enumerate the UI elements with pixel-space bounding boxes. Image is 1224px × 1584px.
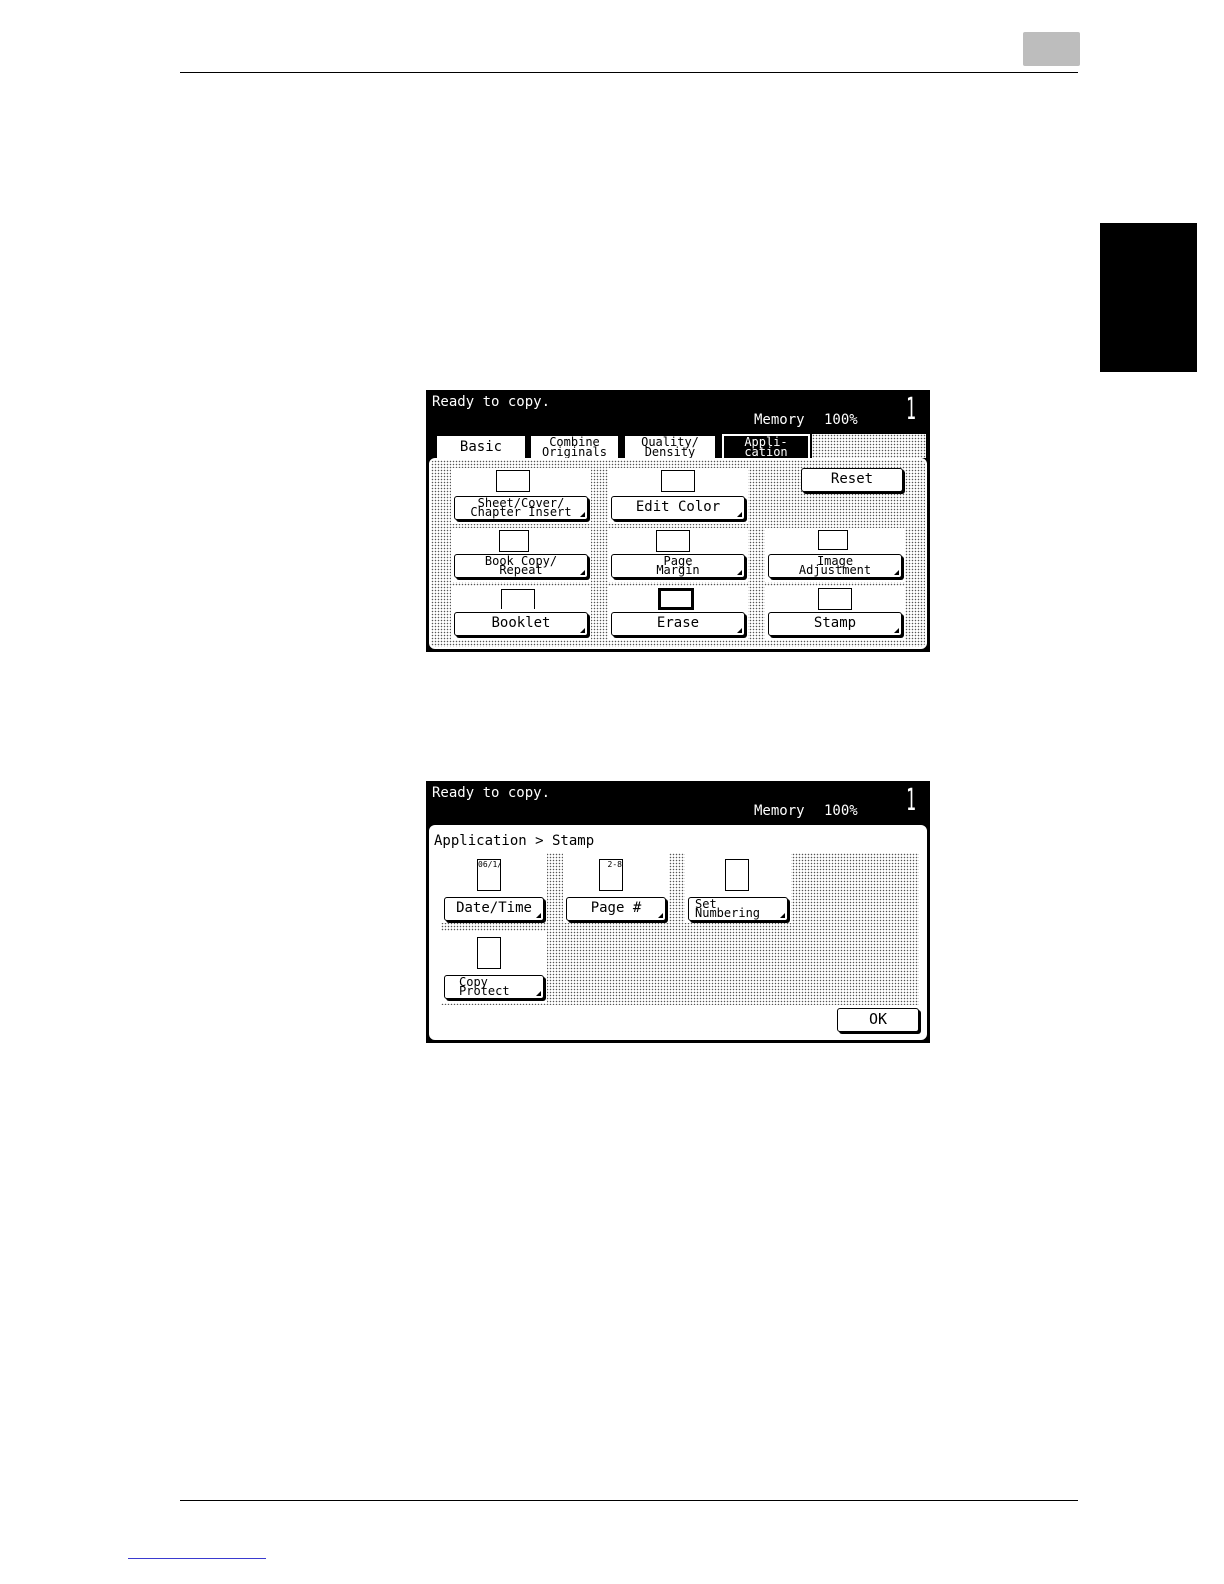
function-panel: Sheet/Cover/ Chapter Insert Edit Color R… xyxy=(429,458,927,649)
set-numbering-line2: Numbering xyxy=(695,906,761,920)
page-margin-line2: Margin xyxy=(656,563,700,577)
stamp-panel: Application > Stamp 06/1/28 Date/Time 2-… xyxy=(429,825,927,1040)
memory-value: 100% xyxy=(824,803,858,819)
date-time-cell: 06/1/28 Date/Time xyxy=(441,853,547,923)
page-margin-button[interactable]: Page Margin xyxy=(611,554,745,578)
page-margin-cell: Page Margin xyxy=(608,528,748,582)
chapter-side-tab xyxy=(1100,223,1197,372)
tab-basic-label: Basic xyxy=(459,439,503,455)
ok-button[interactable]: OK xyxy=(837,1008,919,1032)
tab-combine-line2: Originals xyxy=(541,445,608,459)
stamp-icon xyxy=(818,588,852,610)
footer-link-underline xyxy=(128,1558,266,1559)
booklet-cell: Booklet xyxy=(451,586,591,640)
copier-screen-stamp: Ready to copy. Memory 100% 1 Application… xyxy=(426,781,930,1043)
book-copy-cell: Book Copy/ Repeat xyxy=(451,528,591,582)
memory-value: 100% xyxy=(824,412,858,428)
tab-application[interactable]: Appli- cation xyxy=(721,433,811,461)
copy-protect-button[interactable]: Copy Protect xyxy=(444,975,544,999)
copy-protect-cell: Copy Protect xyxy=(441,931,547,1003)
book-copy-repeat-button[interactable]: Book Copy/ Repeat xyxy=(454,554,588,578)
book-copy-line2: Repeat xyxy=(499,563,543,577)
sheet-cover-chapter-insert-button[interactable]: Sheet/Cover/ Chapter Insert xyxy=(454,496,588,520)
date-time-icon: 06/1/28 xyxy=(477,859,501,891)
booklet-button[interactable]: Booklet xyxy=(454,612,588,636)
page-number-button[interactable]: Page # xyxy=(566,897,666,921)
erase-button[interactable]: Erase xyxy=(611,612,745,636)
set-numbering-button[interactable]: Set Numbering xyxy=(688,897,788,921)
image-adjustment-line2: Adjustment xyxy=(798,563,872,577)
tab-quality-line2: Density xyxy=(644,445,696,459)
header-rule xyxy=(180,72,1078,73)
copy-protect-line2: Protect xyxy=(459,984,510,998)
erase-cell: Erase xyxy=(608,586,748,640)
image-icon xyxy=(818,530,848,550)
page-number-icon: 2-8 xyxy=(599,859,623,891)
edit-color-cell: Edit Color xyxy=(608,468,748,524)
copier-screen-application: Ready to copy. Memory 100% 1 Basic Combi… xyxy=(426,390,930,652)
set-numbering-cell: Set Numbering xyxy=(685,853,791,923)
footer-rule xyxy=(180,1500,1078,1501)
sheet-cover-cell: Sheet/Cover/ Chapter Insert xyxy=(451,468,591,524)
tab-basic[interactable]: Basic xyxy=(436,435,526,459)
date-time-button[interactable]: Date/Time xyxy=(444,897,544,921)
status-message: Ready to copy. xyxy=(432,394,551,410)
memory-label: Memory xyxy=(754,412,805,428)
stamp-button[interactable]: Stamp xyxy=(768,612,902,636)
tab-quality-density[interactable]: Quality/ Density xyxy=(624,435,716,459)
image-adjustment-cell: Image Adjustment xyxy=(765,528,905,582)
edit-color-button[interactable]: Edit Color xyxy=(611,496,745,520)
copy-protect-icon xyxy=(477,937,501,969)
status-message: Ready to copy. xyxy=(432,785,551,801)
banana-icon xyxy=(661,470,695,492)
sheet-insert-icon xyxy=(496,470,530,492)
memory-label: Memory xyxy=(754,803,805,819)
image-adjustment-button[interactable]: Image Adjustment xyxy=(768,554,902,578)
stamp-cell: Stamp xyxy=(765,586,905,640)
booklet-icon xyxy=(501,589,535,609)
tab-row-fill xyxy=(812,434,926,458)
page-margin-icon xyxy=(656,530,690,552)
book-copy-icon xyxy=(499,530,529,552)
copy-count: 1 xyxy=(906,392,916,427)
page-number-cell: 2-8 Page # xyxy=(563,853,669,923)
copy-count: 1 xyxy=(906,783,916,818)
erase-icon xyxy=(658,588,694,610)
tab-application-line2: cation xyxy=(744,445,788,459)
breadcrumb: Application > Stamp xyxy=(434,833,595,849)
tab-combine-originals[interactable]: Combine Originals xyxy=(530,435,619,459)
reset-button[interactable]: Reset xyxy=(801,468,903,492)
sheet-cover-line2: Chapter Insert xyxy=(470,505,572,519)
chapter-number-box xyxy=(1023,32,1080,66)
set-numbering-icon xyxy=(725,859,749,891)
